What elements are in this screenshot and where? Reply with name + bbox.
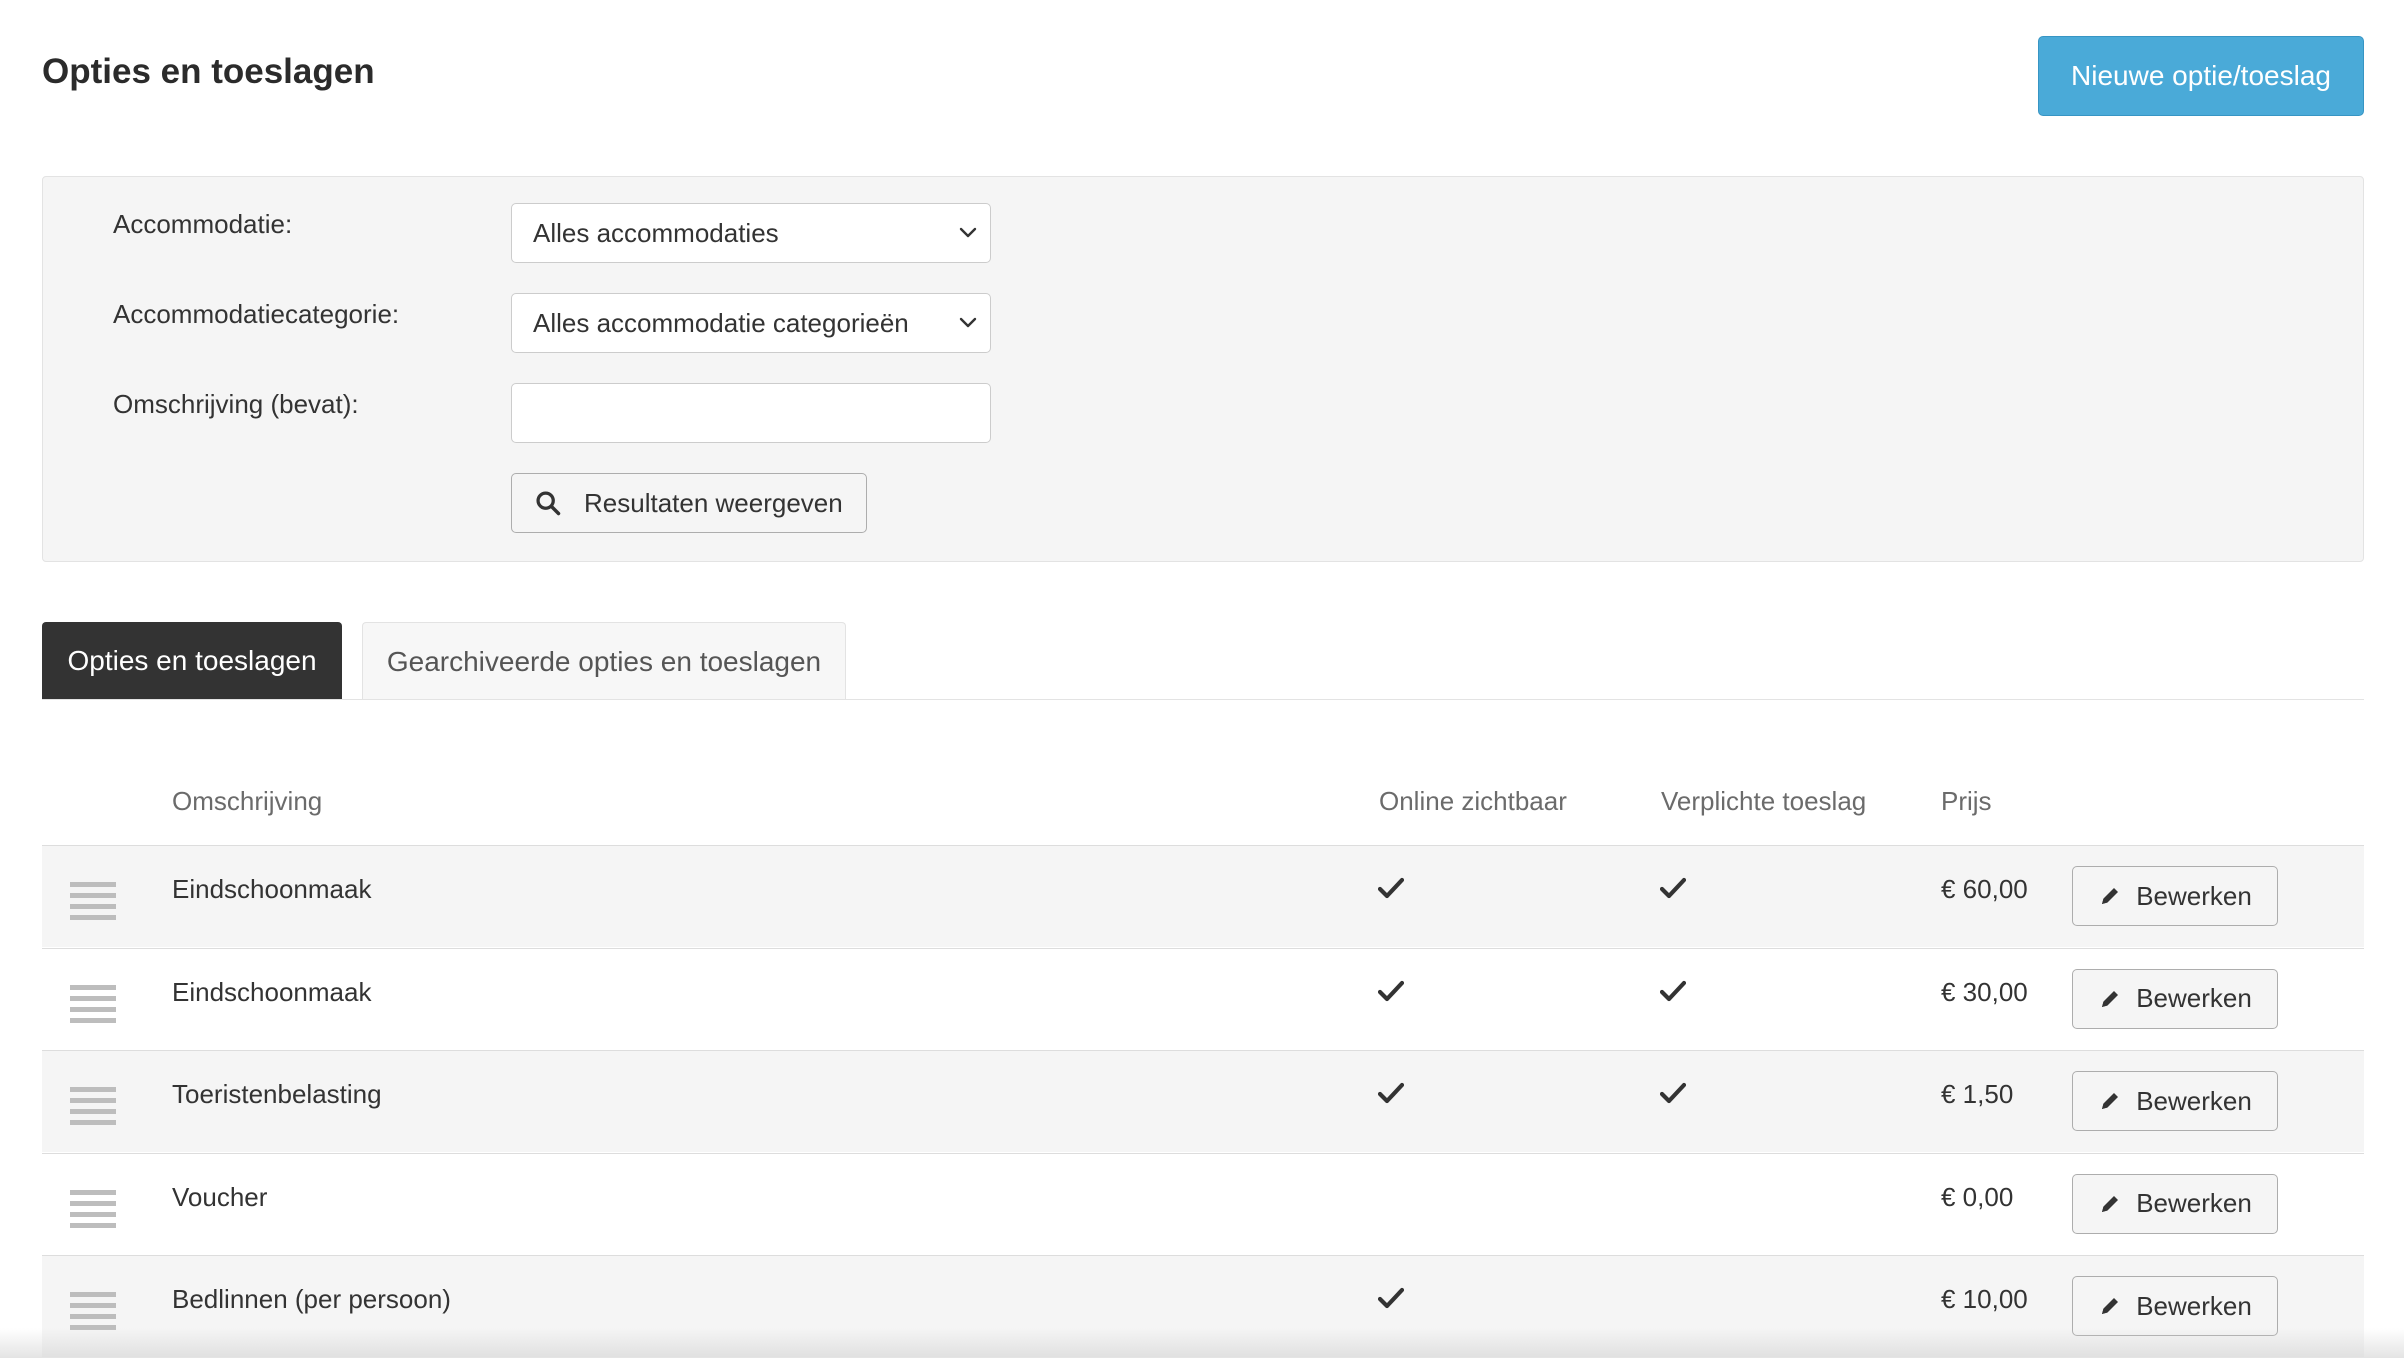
pencil-icon — [2102, 1093, 2119, 1109]
row-description: Bedlinnen (per persoon) — [172, 1284, 451, 1314]
new-option-button[interactable]: Nieuwe optie/toeslag — [2038, 36, 2364, 116]
edit-button[interactable]: Bewerken — [2072, 968, 2278, 1029]
pencil-icon — [2102, 990, 2119, 1007]
chevron-down-icon — [959, 317, 977, 328]
description-label: Omschrijving (bevat): — [113, 389, 359, 419]
description-input[interactable] — [511, 383, 991, 443]
check-icon — [1659, 876, 1687, 900]
edit-button[interactable]: Bewerken — [2072, 1173, 2278, 1234]
tab-options[interactable]: Opties en toeslagen — [42, 622, 342, 700]
check-icon — [1659, 1081, 1687, 1105]
row-description: Voucher — [172, 1181, 268, 1212]
filter-panel: Accommodatie: Alles accommodaties Accomm… — [42, 176, 2364, 562]
row-price: € 1,50 — [1941, 1079, 2014, 1109]
column-header-price: Prijs — [1941, 786, 1992, 816]
edit-button-label: Bewerken — [2136, 983, 2252, 1013]
row-description: Eindschoonmaak — [172, 874, 372, 904]
drag-handle-icon[interactable] — [70, 1085, 116, 1125]
row-description: Eindschoonmaak — [172, 976, 372, 1007]
edit-button-label: Bewerken — [2136, 1188, 2252, 1218]
accommodation-select[interactable]: Alles accommodaties — [511, 203, 991, 263]
search-icon — [536, 491, 561, 516]
drag-handle-icon[interactable] — [70, 1290, 116, 1330]
column-header-mandatory: Verplichte toeslag — [1661, 786, 1867, 816]
drag-handle-icon[interactable] — [70, 983, 116, 1023]
pencil-icon — [2102, 888, 2119, 904]
check-icon — [1377, 1081, 1405, 1105]
check-icon — [1377, 1286, 1405, 1310]
category-label: Accommodatiecategorie: — [113, 299, 400, 329]
check-icon — [1377, 876, 1405, 900]
tab-archived[interactable]: Gearchiveerde opties en toeslagen — [362, 622, 846, 700]
edit-button[interactable]: Bewerken — [2072, 1276, 2278, 1336]
row-price: € 0,00 — [1941, 1181, 2014, 1212]
check-icon — [1659, 979, 1687, 1003]
table-row: Eindschoonmaak € 60,00 Bewerken — [42, 845, 2364, 947]
table-row: Toeristenbelasting € 1,50 Bewerken — [42, 1050, 2364, 1152]
edit-button-label: Bewerken — [2136, 1085, 2252, 1116]
pencil-icon — [2102, 1298, 2119, 1314]
bottom-fade — [0, 1328, 2404, 1358]
accommodation-select-value: Alles accommodaties — [533, 217, 779, 248]
category-select[interactable]: Alles accommodatie categorieën — [511, 293, 991, 353]
search-button[interactable]: Resultaten weergeven — [511, 473, 867, 533]
drag-handle-icon[interactable] — [70, 880, 116, 920]
edit-button-label: Bewerken — [2136, 1290, 2252, 1321]
drag-handle-icon[interactable] — [70, 1188, 116, 1228]
edit-button[interactable]: Bewerken — [2072, 1071, 2278, 1131]
row-description: Toeristenbelasting — [172, 1079, 382, 1109]
chevron-down-icon — [959, 227, 977, 238]
edit-button-label: Bewerken — [2136, 880, 2252, 911]
table-row: Eindschoonmaak € 30,00 Bewerken — [42, 947, 2364, 1050]
row-price: € 10,00 — [1941, 1284, 2028, 1314]
tab-divider — [42, 699, 2364, 700]
category-select-value: Alles accommodatie categorieën — [533, 307, 909, 338]
accommodation-label: Accommodatie: — [113, 209, 293, 239]
row-price: € 30,00 — [1941, 976, 2028, 1007]
edit-button[interactable]: Bewerken — [2072, 866, 2278, 926]
table-row: Voucher € 0,00 Bewerken — [42, 1152, 2364, 1255]
pencil-icon — [2102, 1195, 2119, 1212]
column-header-description: Omschrijving — [172, 786, 323, 816]
search-button-label: Resultaten weergeven — [584, 487, 843, 518]
row-price: € 60,00 — [1941, 874, 2028, 904]
column-header-online-visible: Online zichtbaar — [1379, 786, 1567, 816]
check-icon — [1377, 979, 1405, 1003]
page-title: Opties en toeslagen — [42, 52, 375, 91]
